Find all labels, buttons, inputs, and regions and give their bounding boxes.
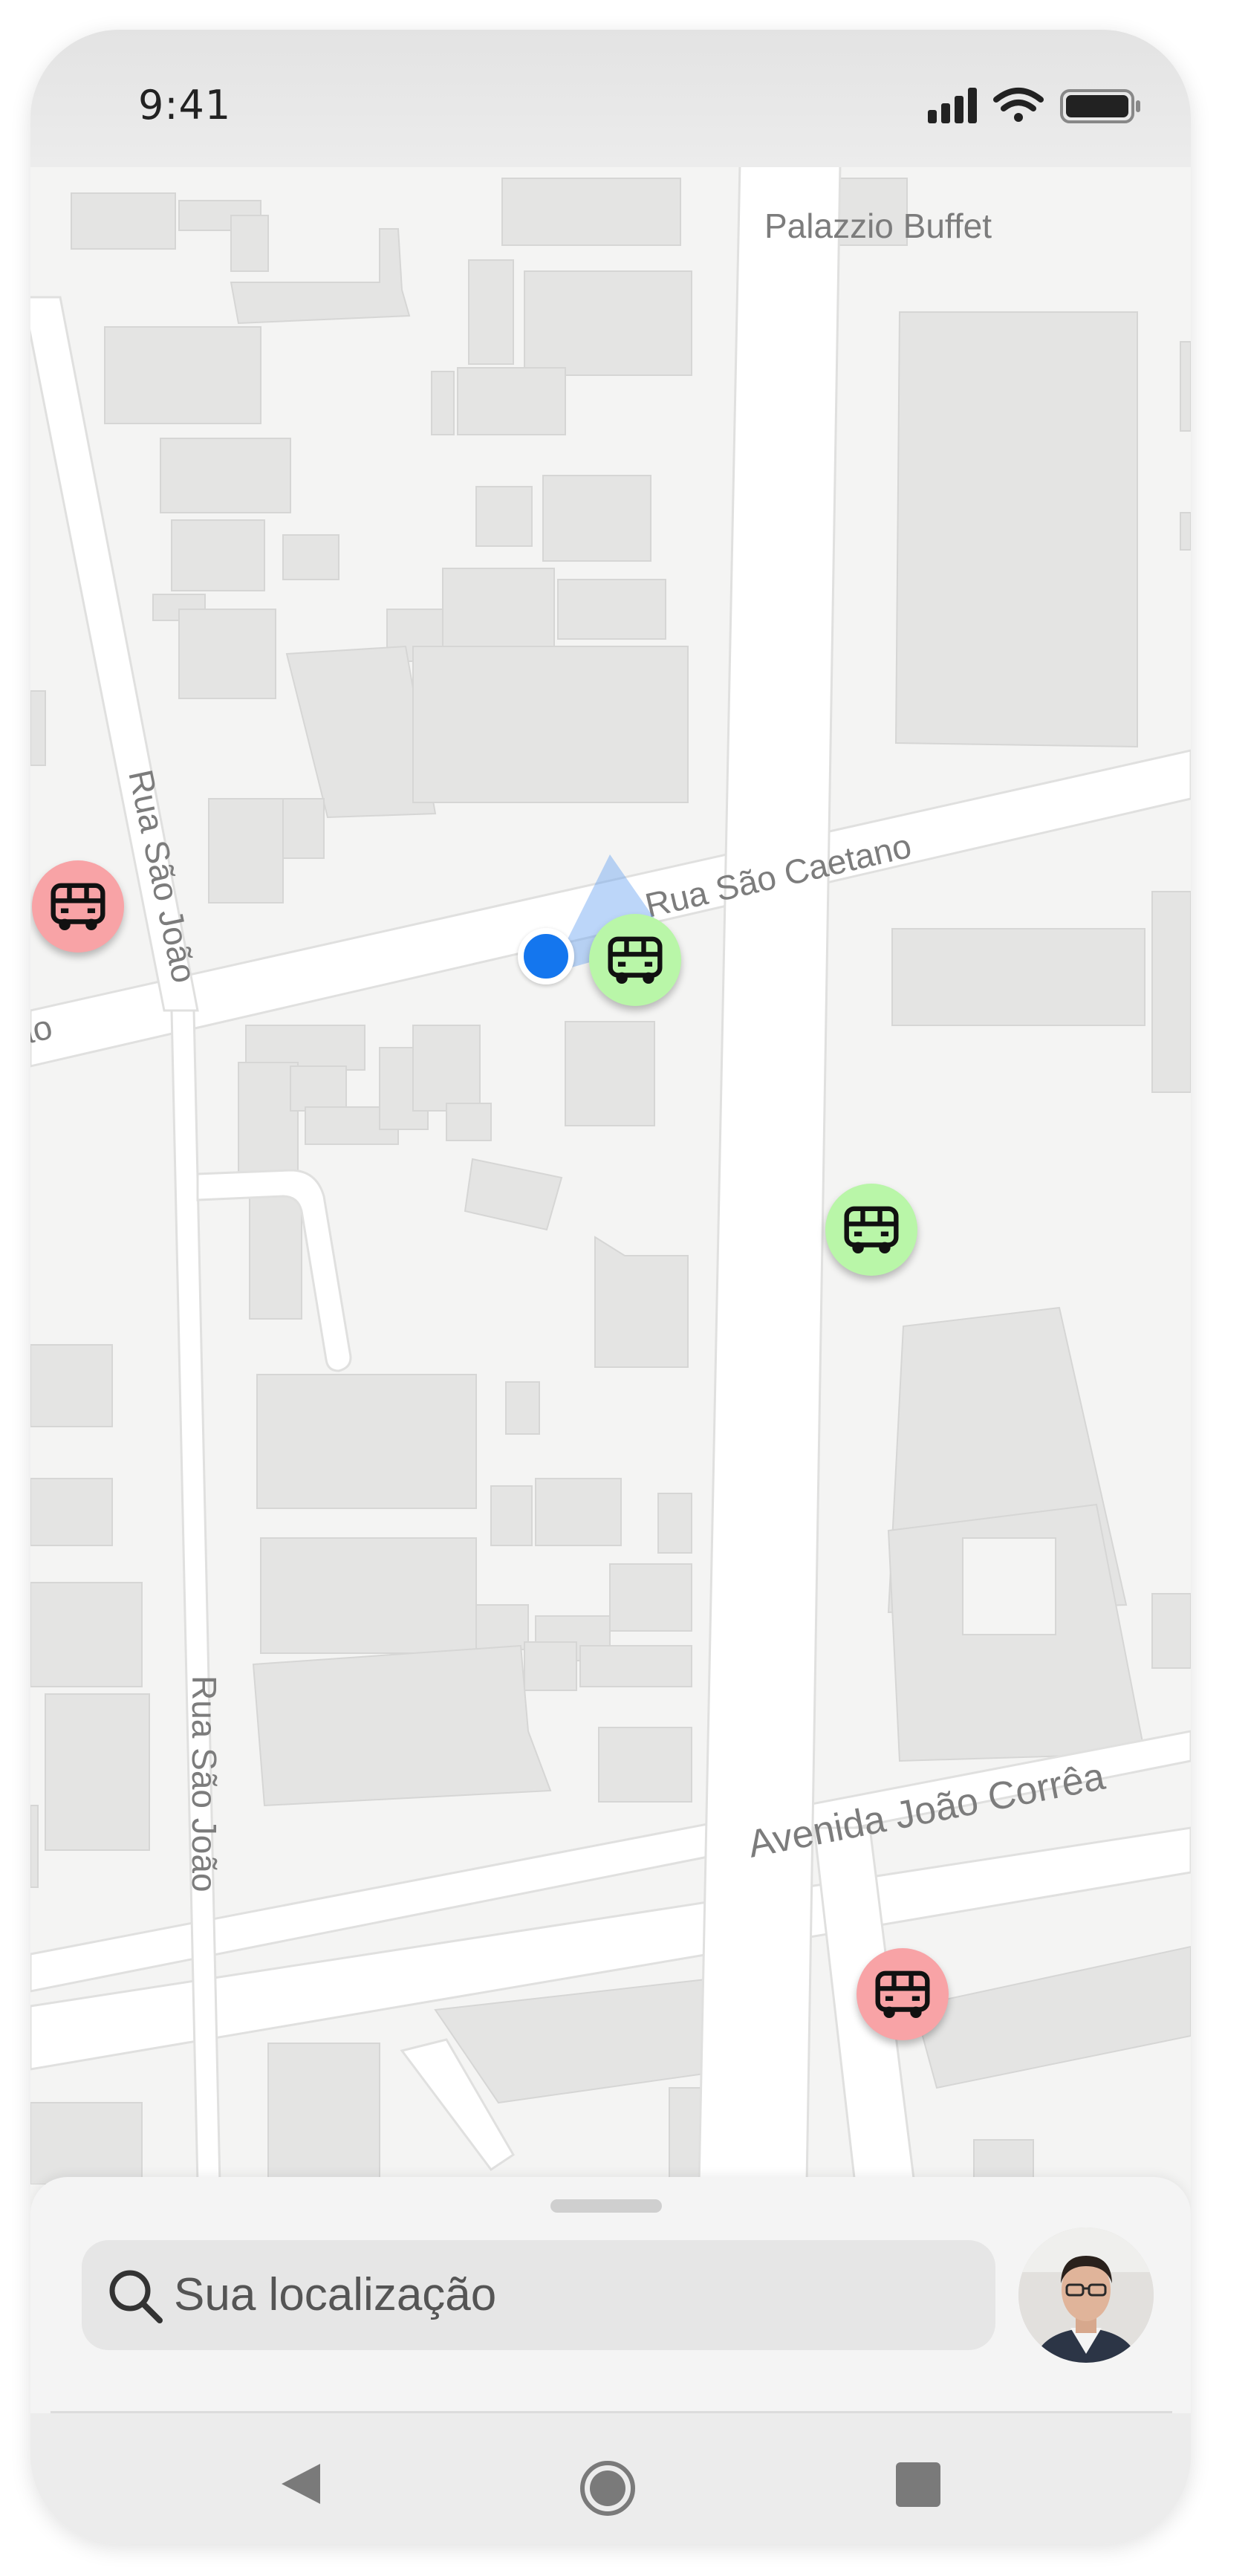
bottom-sheet[interactable]: Sua localização [30, 2177, 1191, 2544]
avatar-photo [1018, 2228, 1154, 2363]
bus-stop-pin[interactable] [32, 860, 124, 953]
phone-frame: Palazzio Buffet Rua São Caetano Rua São … [30, 30, 1191, 2544]
signal-icon [928, 88, 977, 123]
bus-stop-pin[interactable] [589, 914, 681, 1006]
search-icon [109, 2270, 163, 2323]
bus-icon [875, 1970, 930, 2019]
system-nav-bar [30, 2413, 1191, 2544]
avatar[interactable] [1018, 2228, 1154, 2363]
sheet-drag-handle[interactable] [550, 2199, 662, 2213]
nav-recent-apps-icon[interactable] [896, 2462, 940, 2507]
search-input[interactable]: Sua localização [174, 2268, 496, 2321]
search-bar[interactable]: Sua localização [82, 2240, 995, 2350]
nav-home-icon[interactable] [579, 2459, 637, 2517]
place-label-palazzio: Palazzio Buffet [764, 207, 992, 245]
battery-icon [1060, 89, 1140, 123]
nav-back-icon[interactable] [276, 2458, 328, 2510]
bus-icon [51, 883, 105, 931]
street-label-sao-joao-lower: Rua São João [185, 1675, 224, 1892]
status-icons [928, 88, 1140, 123]
user-location-dot [518, 928, 574, 984]
status-time: 9:41 [138, 82, 232, 129]
map-view[interactable]: Palazzio Buffet Rua São Caetano Rua São … [30, 30, 1191, 2184]
bus-icon [608, 936, 663, 984]
bus-stop-pin[interactable] [857, 1948, 949, 2040]
wifi-icon [993, 88, 1044, 122]
status-bar: 9:41 [30, 30, 1191, 167]
bus-stop-pin[interactable] [825, 1184, 917, 1276]
bus-icon [844, 1206, 899, 1254]
